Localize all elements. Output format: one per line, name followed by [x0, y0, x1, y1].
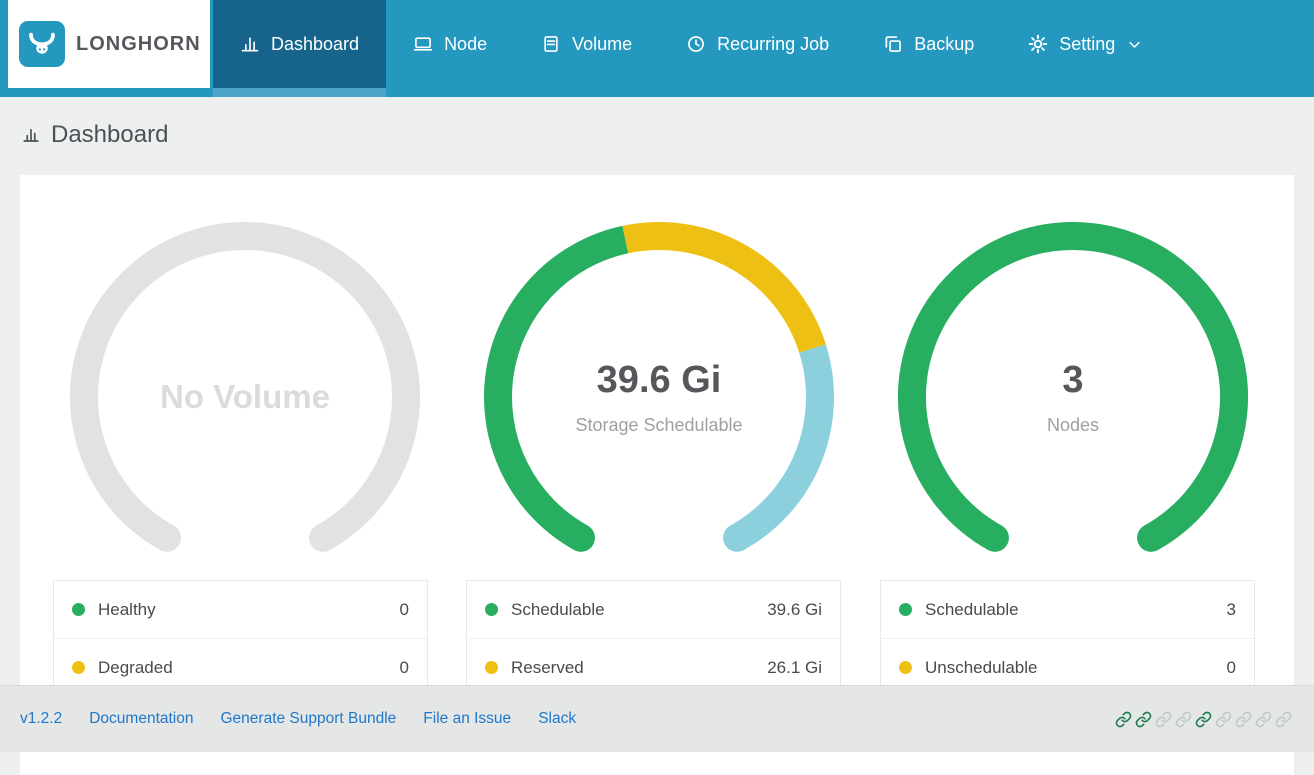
link-icon[interactable] — [1115, 711, 1132, 728]
legend-label: Schedulable — [925, 600, 1019, 620]
nav-label: Setting — [1059, 34, 1115, 55]
legend-dot — [899, 603, 912, 616]
nav-item-setting[interactable]: Setting — [1001, 0, 1169, 88]
footer-link-support-bundle[interactable]: Generate Support Bundle — [221, 710, 397, 728]
nav-item-backup[interactable]: Backup — [856, 0, 1001, 88]
legend-row-healthy[interactable]: Healthy 0 — [54, 581, 427, 639]
longhorn-bull-icon — [19, 21, 65, 67]
storage-legend: Schedulable 39.6 Gi Reserved 26.1 Gi — [466, 580, 841, 698]
link-icon[interactable] — [1215, 711, 1232, 728]
setting-icon — [1028, 34, 1048, 54]
link-icon[interactable] — [1235, 711, 1252, 728]
legend-value: 0 — [1227, 658, 1236, 678]
footer-link-icons — [1115, 711, 1294, 728]
nav-item-recurring-job[interactable]: Recurring Job — [659, 0, 856, 88]
gauge-center-label: Nodes — [1047, 415, 1099, 436]
legend-label: Reserved — [511, 658, 584, 678]
footer-link-file-issue[interactable]: File an Issue — [423, 710, 511, 728]
legend-value: 39.6 Gi — [767, 600, 822, 620]
nav-label: Backup — [914, 34, 974, 55]
nav-label: Volume — [572, 34, 632, 55]
backup-icon — [883, 34, 903, 54]
link-icon[interactable] — [1155, 711, 1172, 728]
volume-gauge: No Volume — [70, 222, 420, 572]
legend-row-schedulable[interactable]: Schedulable 3 — [881, 581, 1254, 639]
legend-label: Healthy — [98, 600, 156, 620]
link-icon[interactable] — [1195, 711, 1212, 728]
gauge-center-title: No Volume — [160, 378, 330, 416]
legend-label: Unschedulable — [925, 658, 1037, 678]
nodes-gauge: 3 Nodes — [898, 222, 1248, 572]
storage-gauge: 39.6 Gi Storage Schedulable — [484, 222, 834, 572]
recurring-job-icon — [686, 34, 706, 54]
page-title: Dashboard — [22, 121, 168, 149]
nav-item-dashboard[interactable]: Dashboard — [213, 0, 386, 88]
legend-dot — [485, 661, 498, 674]
footer-bar: v1.2.2 Documentation Generate Support Bu… — [0, 685, 1314, 752]
node-icon — [413, 34, 433, 54]
nodes-legend: Schedulable 3 Unschedulable 0 — [880, 580, 1255, 698]
link-icon[interactable] — [1255, 711, 1272, 728]
legend-value: 0 — [400, 658, 409, 678]
longhorn-logo[interactable]: LONGHORN — [8, 0, 210, 88]
link-icon[interactable] — [1175, 711, 1192, 728]
legend-label: Degraded — [98, 658, 173, 678]
page-title-text: Dashboard — [51, 121, 168, 149]
legend-row-schedulable[interactable]: Schedulable 39.6 Gi — [467, 581, 840, 639]
gauge-center-label: Storage Schedulable — [575, 415, 742, 436]
legend-value: 26.1 Gi — [767, 658, 822, 678]
gauge-center-value: 39.6 Gi — [597, 359, 722, 402]
top-nav-bar: LONGHORN Dashboard Node Volume — [0, 0, 1314, 97]
footer-link-slack[interactable]: Slack — [538, 710, 576, 728]
legend-dot — [72, 603, 85, 616]
nav-label: Dashboard — [271, 34, 359, 55]
nav-label: Node — [444, 34, 487, 55]
legend-value: 3 — [1227, 600, 1236, 620]
dashboard-title-icon — [22, 126, 40, 144]
link-icon[interactable] — [1275, 711, 1292, 728]
nav-label: Recurring Job — [717, 34, 829, 55]
legend-label: Schedulable — [511, 600, 605, 620]
chevron-down-icon — [1127, 37, 1142, 52]
legend-dot — [899, 661, 912, 674]
brand-text: LONGHORN — [76, 33, 201, 56]
main-nav: Dashboard Node Volume Recurring Job — [213, 0, 1169, 97]
volume-legend: Healthy 0 Degraded 0 — [53, 580, 428, 698]
volume-icon — [541, 34, 561, 54]
nav-item-node[interactable]: Node — [386, 0, 514, 88]
legend-dot — [72, 661, 85, 674]
nav-item-volume[interactable]: Volume — [514, 0, 659, 88]
legend-value: 0 — [400, 600, 409, 620]
legend-dot — [485, 603, 498, 616]
gauge-center-value: 3 — [1062, 359, 1083, 402]
footer-link-documentation[interactable]: Documentation — [89, 710, 193, 728]
link-icon[interactable] — [1135, 711, 1152, 728]
dashboard-icon — [240, 34, 260, 54]
version-link[interactable]: v1.2.2 — [20, 710, 62, 728]
